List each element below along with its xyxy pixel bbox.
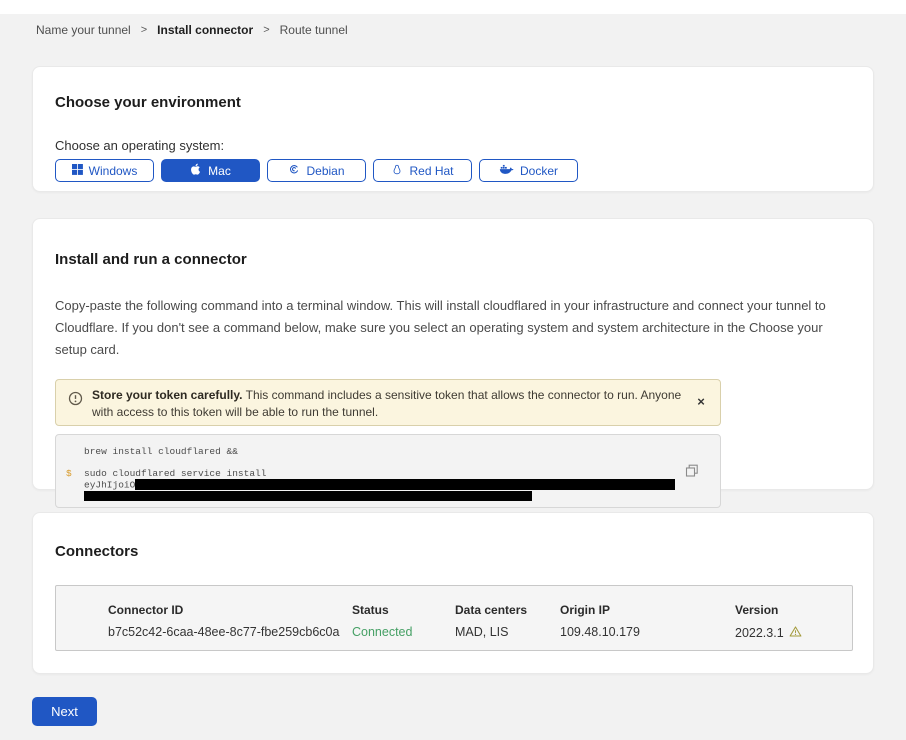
- column-header-origin-ip: Origin IP: [560, 603, 735, 617]
- breadcrumb-step-route-tunnel[interactable]: Route tunnel: [280, 23, 348, 37]
- token-prefix-text: eyJhIjoiO: [84, 480, 135, 491]
- breadcrumb-step-install-connector[interactable]: Install connector: [157, 23, 253, 37]
- column-header-version: Version: [735, 603, 842, 617]
- warning-title: Store your token carefully.: [92, 388, 243, 402]
- redacted-token-bar: [135, 479, 675, 490]
- alert-circle-icon: [68, 391, 83, 411]
- connectors-card-title: Connectors: [55, 543, 851, 560]
- os-button-label: Docker: [520, 164, 558, 178]
- os-button-mac[interactable]: Mac: [161, 159, 260, 182]
- breadcrumb-separator: >: [141, 24, 147, 36]
- os-button-label: Mac: [208, 164, 231, 178]
- column-header-data-centers: Data centers: [455, 603, 560, 617]
- install-description: Copy-paste the following command into a …: [55, 295, 851, 361]
- origin-ip-cell: 109.48.10.179: [560, 625, 735, 641]
- redacted-token-bar: [84, 491, 532, 502]
- install-command-code-block: brew install cloudflared && $sudo cloudf…: [55, 434, 721, 508]
- os-button-docker[interactable]: Docker: [479, 159, 578, 182]
- code-line: eyJhIjoiO: [66, 479, 680, 491]
- copy-icon[interactable]: [684, 464, 700, 480]
- os-button-label: Windows: [89, 164, 138, 178]
- os-button-debian[interactable]: Debian: [267, 159, 366, 182]
- shell-prompt: $: [66, 468, 84, 479]
- code-line: brew install cloudflared &&: [66, 446, 680, 457]
- breadcrumb-step-name-your-tunnel[interactable]: Name your tunnel: [36, 23, 131, 37]
- apple-icon: [190, 162, 202, 179]
- os-button-windows[interactable]: Windows: [55, 159, 154, 182]
- docker-icon: [499, 163, 514, 178]
- os-button-group: Windows Mac Debian Red Hat Docker: [55, 159, 851, 182]
- windows-icon: [72, 164, 83, 178]
- code-line-blank: [66, 457, 680, 468]
- redhat-icon: [391, 163, 403, 179]
- top-band: [0, 0, 906, 14]
- next-button[interactable]: Next: [32, 697, 97, 726]
- column-header-status: Status: [352, 603, 455, 617]
- column-header-connector-id: Connector ID: [108, 603, 352, 617]
- tunnel-setup-page: Name your tunnel > Install connector > R…: [0, 0, 906, 740]
- code-text: sudo cloudflared service install: [84, 468, 266, 479]
- data-centers-cell: MAD, LIS: [455, 625, 560, 641]
- os-select-label: Choose an operating system:: [55, 138, 851, 153]
- install-connector-card: Install and run a connector Copy-paste t…: [32, 218, 874, 490]
- close-icon[interactable]: ×: [692, 393, 710, 411]
- code-line: $sudo cloudflared service install: [66, 468, 680, 479]
- warning-triangle-icon: [789, 625, 802, 641]
- environment-card-title: Choose your environment: [55, 94, 851, 111]
- os-button-label: Debian: [306, 164, 344, 178]
- os-button-label: Red Hat: [409, 164, 453, 178]
- version-value: 2022.3.1: [735, 626, 784, 640]
- connector-id-cell: b7c52c42-6caa-48ee-8c77-fbe259cb6c0a: [108, 625, 352, 641]
- code-text: brew install cloudflared &&: [84, 446, 238, 457]
- debian-icon: [288, 163, 300, 178]
- os-button-redhat[interactable]: Red Hat: [373, 159, 472, 182]
- choose-environment-card: Choose your environment Choose an operat…: [32, 66, 874, 192]
- connectors-table: Connector ID Status Data centers Origin …: [55, 585, 853, 651]
- install-card-title: Install and run a connector: [55, 251, 851, 268]
- breadcrumb-separator: >: [263, 24, 269, 36]
- status-badge: Connected: [352, 625, 455, 641]
- breadcrumb: Name your tunnel > Install connector > R…: [36, 23, 348, 37]
- connectors-card: Connectors Connector ID Status Data cent…: [32, 512, 874, 674]
- token-warning-banner: Store your token carefully. This command…: [55, 379, 721, 426]
- code-line: [66, 491, 680, 503]
- version-cell: 2022.3.1: [735, 625, 842, 641]
